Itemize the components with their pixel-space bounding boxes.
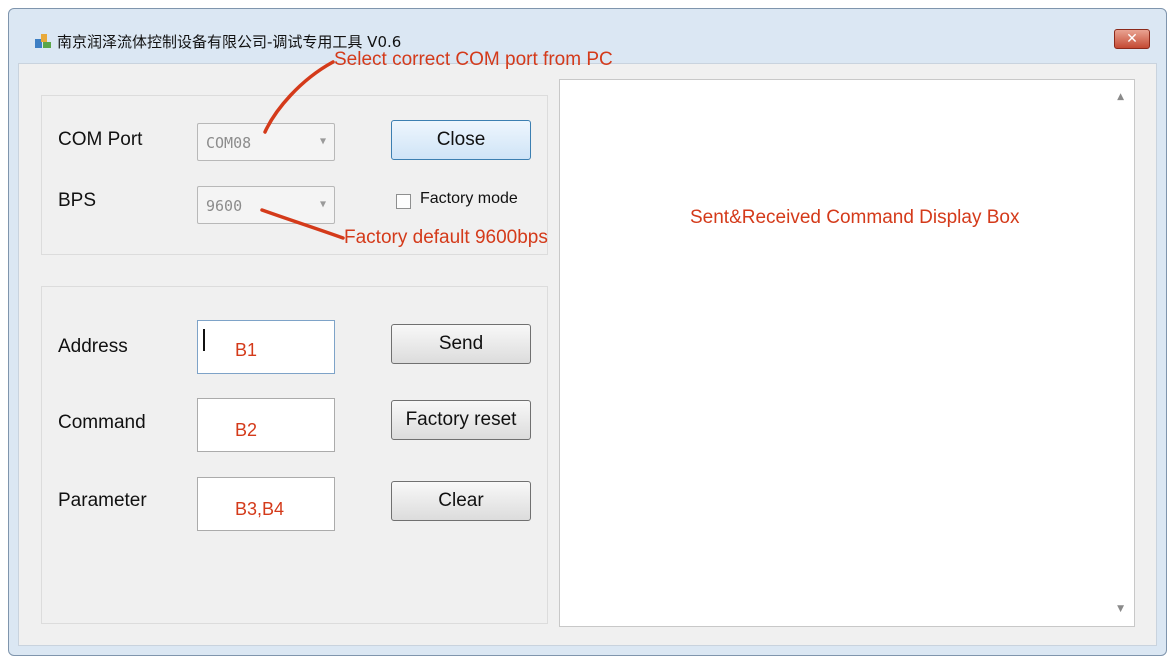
clear-button[interactable]: Clear <box>391 481 531 521</box>
command-input[interactable]: B2 <box>197 398 335 452</box>
address-note: B1 <box>235 340 258 360</box>
bps-label: BPS <box>58 190 97 211</box>
com-port-value: COM08 <box>206 134 252 152</box>
factory-mode-label: Factory mode <box>420 190 518 207</box>
address-label: Address <box>58 336 128 357</box>
parameter-note: B3,B4 <box>235 499 285 519</box>
bps-note: Factory default 9600bps <box>344 227 548 248</box>
scroll-down-icon[interactable]: ▼ <box>1117 604 1124 614</box>
close-port-button[interactable]: Close <box>391 120 531 160</box>
send-button[interactable]: Send <box>391 324 531 364</box>
app-icon <box>35 34 51 48</box>
close-window-button[interactable]: ✕ <box>1114 29 1150 49</box>
bps-value: 9600 <box>206 197 243 215</box>
address-input[interactable]: B1 <box>197 320 335 374</box>
close-icon: ✕ <box>1126 31 1138 47</box>
chevron-down-icon: ▼ <box>319 199 326 210</box>
command-display-box[interactable]: ▲ ▼ <box>559 79 1135 627</box>
chevron-down-icon: ▼ <box>319 136 326 147</box>
com-port-select[interactable]: COM08 ▼ <box>197 123 335 161</box>
display-note: Sent&Received Command Display Box <box>690 207 1020 228</box>
bps-select[interactable]: 9600 ▼ <box>197 186 335 224</box>
factory-reset-button[interactable]: Factory reset <box>391 400 531 440</box>
parameter-label: Parameter <box>58 490 147 511</box>
com-port-note: Select correct COM port from PC <box>334 49 613 70</box>
text-caret <box>203 329 205 351</box>
com-port-label: COM Port <box>58 129 143 150</box>
command-note: B2 <box>235 420 258 440</box>
parameter-input[interactable]: B3,B4 <box>197 477 335 531</box>
factory-mode-checkbox[interactable] <box>396 194 411 209</box>
command-label: Command <box>58 412 146 433</box>
scroll-up-icon[interactable]: ▲ <box>1117 92 1124 102</box>
